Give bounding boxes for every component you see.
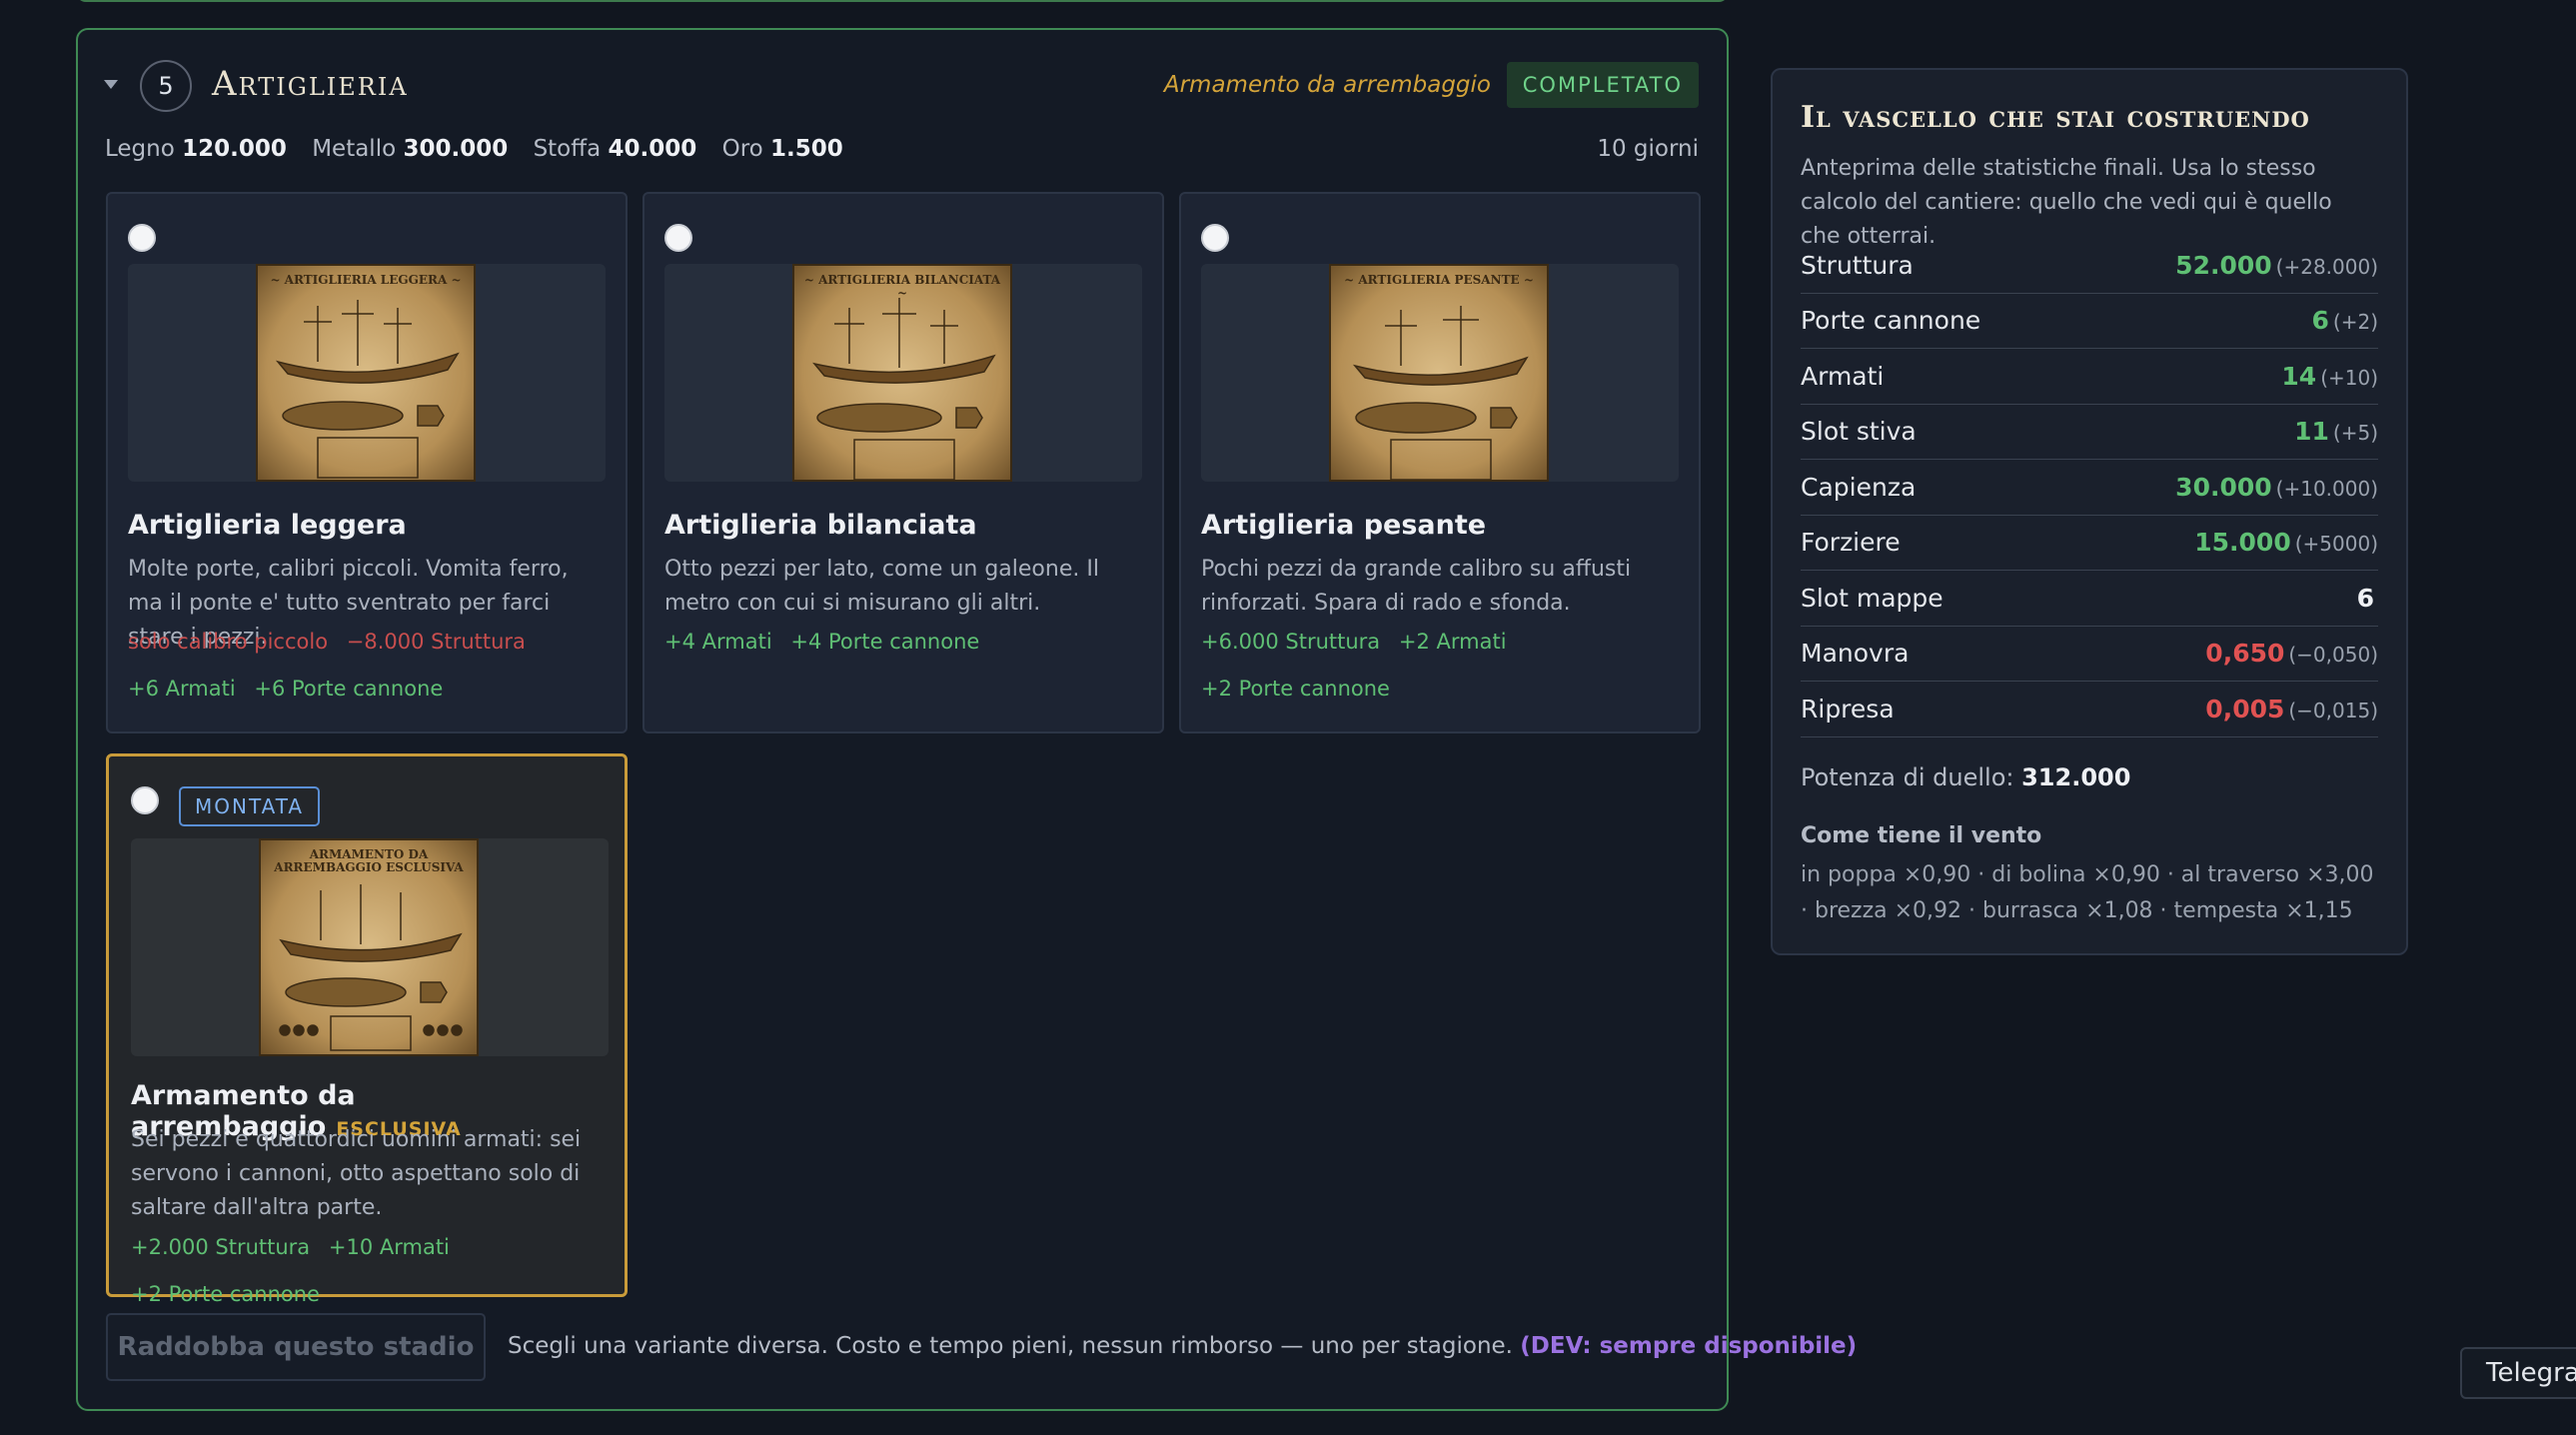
stat-row-gun-ports: Porte cannone 6 (+2)	[1801, 294, 2378, 349]
variant-description: Sei pezzi e quattordici uomini armati: s…	[131, 1127, 582, 1220]
dev-note: (DEV: sempre disponibile)	[1520, 1333, 1858, 1359]
status-badge: COMPLETATO	[1506, 62, 1699, 108]
stat-row-recovery: Ripresa 0,005 (−0,015)	[1801, 682, 2378, 737]
variant-card-light[interactable]: ~ ARTIGLIERIA LEGGERA ~ Artiglieria legg…	[106, 192, 628, 733]
tag: +4 Porte cannone	[790, 630, 980, 654]
variant-image-frame: ~ ARTIGLIERIA PESANTE ~	[1201, 264, 1679, 482]
preview-title: Il vascello che stai costruendo	[1801, 100, 2310, 135]
ship-preview-panel: Il vascello che stai costruendo Anteprim…	[1771, 68, 2408, 955]
stage-footer: Raddobba questo stadio Scegli una varian…	[106, 1313, 1857, 1381]
tag: +2 Armati	[1398, 630, 1507, 654]
ship-plan-image: ~ ARTIGLIERIA PESANTE ~	[1329, 264, 1549, 482]
stage-title: Artiglieria	[212, 64, 409, 104]
stat-row-maneuver: Manovra 0,650 (−0,050)	[1801, 627, 2378, 682]
selected-variant-label: Armamento da arrembaggio	[1163, 72, 1491, 98]
variant-radio[interactable]	[128, 224, 156, 252]
variant-tags: +6.000 Struttura +2 Armati +2 Porte cann…	[1201, 619, 1685, 713]
tag: +2.000 Struttura	[131, 1235, 311, 1259]
stat-row-structure: Struttura 52.000 (+28.000)	[1801, 238, 2378, 294]
stage-number: 5	[140, 60, 192, 112]
variant-card-balanced[interactable]: ~ ARTIGLIERIA BILANCIATA ~ Artiglieria b…	[643, 192, 1164, 733]
variant-description: Pochi pezzi da grande calibro su affusti…	[1201, 557, 1632, 616]
variant-image-frame: ~ ARTIGLIERIA LEGGERA ~	[128, 264, 606, 482]
variant-tags: solo calibro piccolo −8.000 Struttura +6…	[128, 619, 612, 713]
stage-duration: 10 giorni	[1597, 136, 1699, 162]
variant-title: Artiglieria pesante	[1201, 510, 1487, 541]
telegram-button[interactable]: Telegra	[2460, 1347, 2576, 1399]
variant-tags: +4 Armati +4 Porte cannone	[664, 619, 1148, 666]
variant-image-frame: ~ ARTIGLIERIA BILANCIATA ~	[664, 264, 1142, 482]
ship-plan-image: ~ ARTIGLIERIA LEGGERA ~	[256, 264, 476, 482]
cost-wood: Legno 120.000	[105, 136, 287, 162]
variant-image-frame: ARMAMENTO DA ARREMBAGGIO ESCLUSIVA	[131, 838, 609, 1056]
stat-list: Struttura 52.000 (+28.000) Porte cannone …	[1801, 238, 2378, 737]
variant-description: Otto pezzi per lato, come un galeone. Il…	[664, 557, 1099, 616]
variant-card-heavy[interactable]: ~ ARTIGLIERIA PESANTE ~ Artiglieria pesa…	[1179, 192, 1701, 733]
duel-power: Potenza di duello: 312.000	[1801, 763, 2131, 791]
stat-row-armed: Armati 14 (+10)	[1801, 349, 2378, 405]
variant-title: Artiglieria bilanciata	[664, 510, 977, 541]
tag: solo calibro piccolo	[128, 630, 329, 654]
stat-row-chest: Forziere 15.000 (+5000)	[1801, 516, 2378, 571]
stat-row-capacity: Capienza 30.000 (+10.000)	[1801, 460, 2378, 516]
variant-radio[interactable]	[131, 786, 159, 814]
variant-card-boarding[interactable]: MONTATA ARMAMENTO DA ARREMBAGGIO ESCLUSI…	[106, 753, 628, 1306]
mounted-badge: MONTATA	[179, 786, 321, 826]
ship-plan-image: ~ ARTIGLIERIA BILANCIATA ~	[792, 264, 1012, 482]
tag: +4 Armati	[664, 630, 772, 654]
stage-header[interactable]: 5 Artiglieria Armamento da arrembaggio C…	[104, 60, 1699, 116]
cost-metal: Metallo 300.000	[312, 136, 509, 162]
stat-row-map-slots: Slot mappe 6	[1801, 571, 2378, 627]
tag: +2 Porte cannone	[1201, 677, 1390, 701]
previous-stage-panel	[76, 0, 1729, 2]
tag: +6.000 Struttura	[1201, 630, 1381, 654]
tag: −8.000 Struttura	[346, 630, 526, 654]
stage-panel: 5 Artiglieria Armamento da arrembaggio C…	[76, 28, 1857, 1411]
stage-costs: Legno 120.000 Metallo 300.000 Stoffa 40.…	[105, 136, 1699, 176]
ship-plan-image: ARMAMENTO DA ARREMBAGGIO ESCLUSIVA	[259, 838, 479, 1056]
collapse-caret-icon[interactable]	[104, 80, 118, 89]
wind-title: Come tiene il vento	[1801, 823, 2042, 848]
refit-hint: Scegli una variante diversa. Costo e tem…	[508, 1333, 1858, 1359]
variant-tags: +2.000 Struttura +10 Armati +2 Porte can…	[131, 1224, 611, 1318]
variant-radio[interactable]	[1201, 224, 1229, 252]
tag: +10 Armati	[328, 1235, 450, 1259]
refit-stage-button[interactable]: Raddobba questo stadio	[106, 1313, 486, 1381]
cost-cloth: Stoffa 40.000	[533, 136, 697, 162]
variant-title: Artiglieria leggera	[128, 510, 407, 541]
stat-row-hold-slots: Slot stiva 11 (+5)	[1801, 405, 2378, 460]
tag: +6 Porte cannone	[254, 677, 444, 701]
wind-modifiers: in poppa ×0,90 · di bolina ×0,90 · al tr…	[1801, 862, 2374, 923]
cost-gold: Oro 1.500	[721, 136, 843, 162]
tag: +2 Porte cannone	[131, 1282, 320, 1306]
variant-radio[interactable]	[664, 224, 692, 252]
tag: +6 Armati	[128, 677, 236, 701]
